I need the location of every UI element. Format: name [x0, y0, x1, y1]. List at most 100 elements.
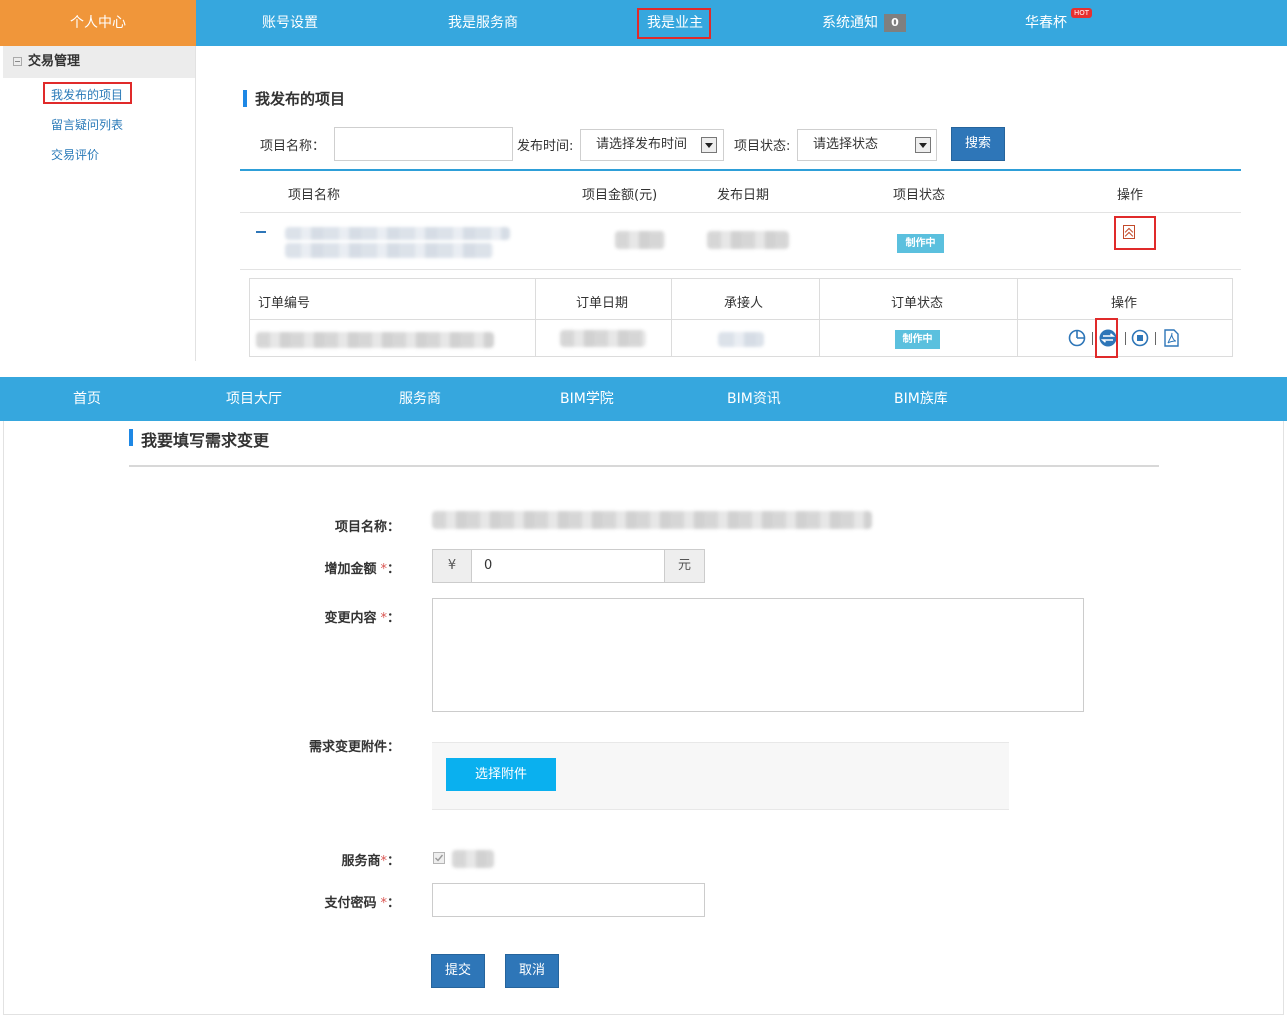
- collapse-minus-icon: [13, 57, 22, 66]
- checkmark-icon: [435, 854, 444, 862]
- form-attachment-label: 需求变更附件：: [308, 740, 400, 755]
- project-status-value: 请选择状态: [813, 137, 879, 152]
- col-header-order-no: 订单编号: [258, 296, 311, 311]
- change-content-textarea[interactable]: [432, 598, 1084, 712]
- sidebar: 交易管理 我发布的项目 留言疑问列表 交易评价: [3, 46, 196, 361]
- amount-input[interactable]: 0: [471, 549, 665, 583]
- nav-bim-family-library[interactable]: BIM族库: [894, 377, 948, 421]
- nav-bim-news[interactable]: BIM资讯: [727, 377, 781, 421]
- nav-home[interactable]: 首页: [73, 377, 101, 421]
- publish-time-label: 发布时间:: [517, 139, 574, 154]
- provider-name-blurred: [452, 850, 494, 868]
- status-badge: 制作中: [897, 234, 944, 253]
- notify-count-badge: 0: [884, 14, 906, 32]
- contractor-blurred: [718, 332, 764, 347]
- project-name-blurred: [285, 243, 493, 258]
- col-header-publish-date: 发布日期: [717, 188, 770, 203]
- my-projects-panel: 我发布的项目 项目名称： 发布时间: 请选择发布时间 项目状态: 请选择状态 搜…: [197, 46, 1287, 361]
- col-divider: [819, 279, 820, 356]
- date-blurred: [707, 231, 789, 249]
- form-password-label-text: 支付密码: [324, 896, 377, 911]
- search-button[interactable]: 搜索: [951, 127, 1005, 161]
- sidebar-item-messages[interactable]: 留言疑问列表: [51, 116, 123, 133]
- project-name-input[interactable]: [334, 127, 513, 161]
- section-title: 我发布的项目: [243, 88, 345, 109]
- submit-button[interactable]: 提交: [431, 954, 485, 988]
- label-colon: ：: [386, 562, 400, 577]
- col-header-order-actions: 操作: [1111, 296, 1138, 311]
- project-name-blurred: [432, 511, 872, 529]
- col-divider: [1017, 279, 1018, 356]
- choose-attachment-button[interactable]: 选择附件: [446, 758, 556, 791]
- col-header-amount: 项目金额(元): [582, 188, 658, 203]
- col-header-actions: 操作: [1117, 188, 1144, 203]
- col-divider: [671, 279, 672, 356]
- col-header-project-status: 项目状态: [893, 188, 946, 203]
- nav-project-hall[interactable]: 项目大厅: [226, 377, 282, 421]
- row-divider: [250, 319, 1232, 320]
- highlight-box: [637, 8, 711, 39]
- form-provider-label: 服务商*：: [4, 850, 400, 869]
- highlight-box: [1095, 318, 1118, 358]
- form-password-label: 支付密码 *：: [4, 892, 400, 911]
- action-separator: [1155, 332, 1156, 345]
- nav-providers[interactable]: 服务商: [399, 377, 441, 421]
- table-divider: [240, 212, 1241, 213]
- sidebar-group-label: 交易管理: [28, 54, 81, 69]
- attachment-area: 选择附件: [432, 742, 1009, 810]
- title-underline: [129, 465, 1159, 467]
- form-amount-label-text: 增加金额: [324, 562, 377, 577]
- currency-suffix: 元: [664, 549, 705, 583]
- status-badge: 制作中: [895, 330, 940, 349]
- highlight-box: [43, 82, 132, 104]
- sidebar-group-trade[interactable]: 交易管理: [3, 46, 195, 78]
- nav-huachun-cup[interactable]: 华春杯: [1025, 0, 1067, 46]
- form-content-label-text: 变更内容: [324, 611, 377, 626]
- action-separator: [1125, 332, 1126, 345]
- table-divider: [240, 269, 1241, 270]
- form-project-name-label: 项目名称：: [334, 520, 400, 535]
- pay-password-input[interactable]: [432, 883, 705, 917]
- label-colon: ：: [386, 611, 400, 626]
- col-header-contractor: 承接人: [724, 296, 764, 311]
- table-top-border: [240, 169, 1241, 171]
- col-divider: [535, 279, 536, 356]
- project-name-label: 项目名称：: [260, 139, 326, 154]
- dropdown-arrow-icon: [701, 137, 717, 153]
- form-provider-label-text: 服务商: [341, 854, 381, 869]
- expand-dash-icon[interactable]: [256, 231, 266, 233]
- currency-prefix: ¥: [432, 549, 472, 583]
- stop-icon[interactable]: [1131, 329, 1149, 347]
- publish-time-select[interactable]: 请选择发布时间: [580, 129, 724, 161]
- hot-badge: HOT: [1071, 8, 1093, 18]
- form-amount-label: 增加金额 *：: [4, 558, 400, 577]
- nav-system-notify-label: 系统通知: [822, 15, 878, 31]
- publish-time-value: 请选择发布时间: [596, 137, 688, 152]
- cancel-button[interactable]: 取消: [505, 954, 559, 988]
- provider-checkbox[interactable]: [433, 852, 445, 864]
- site-nav: 首页 项目大厅 服务商 BIM学院 BIM资讯 BIM族库: [0, 377, 1287, 421]
- orders-subtable: 订单编号 订单日期 承接人 订单状态 操作 制作中: [249, 278, 1233, 358]
- project-status-select[interactable]: 请选择状态: [797, 129, 937, 161]
- order-date-blurred: [560, 330, 646, 347]
- nav-bim-academy[interactable]: BIM学院: [560, 377, 614, 421]
- project-name-blurred: [285, 227, 510, 240]
- form-title: 我要填写需求变更: [129, 427, 269, 451]
- col-header-project-name: 项目名称: [288, 188, 341, 203]
- col-header-order-date: 订单日期: [576, 296, 629, 311]
- dropdown-arrow-icon: [915, 137, 931, 153]
- nav-account-settings[interactable]: 账号设置: [262, 0, 318, 46]
- form-content-label: 变更内容 *：: [4, 607, 400, 626]
- order-no-blurred: [256, 332, 494, 348]
- sidebar-item-reviews[interactable]: 交易评价: [51, 146, 99, 163]
- nav-personal-center[interactable]: 个人中心: [0, 0, 196, 46]
- change-request-form: 我要填写需求变更 项目名称： 增加金额 *： ¥ 0 元 变更内容 *： 需求变更附…: [3, 421, 1284, 1015]
- nav-system-notify[interactable]: 系统通知 0: [822, 0, 906, 46]
- nav-service-provider[interactable]: 我是服务商: [448, 0, 518, 46]
- amount-blurred: [615, 231, 665, 249]
- label-colon: ：: [386, 896, 400, 911]
- pdf-icon[interactable]: [1162, 329, 1180, 347]
- pie-chart-icon[interactable]: [1068, 329, 1086, 347]
- highlight-box: [1114, 216, 1156, 250]
- action-separator: [1092, 332, 1093, 345]
